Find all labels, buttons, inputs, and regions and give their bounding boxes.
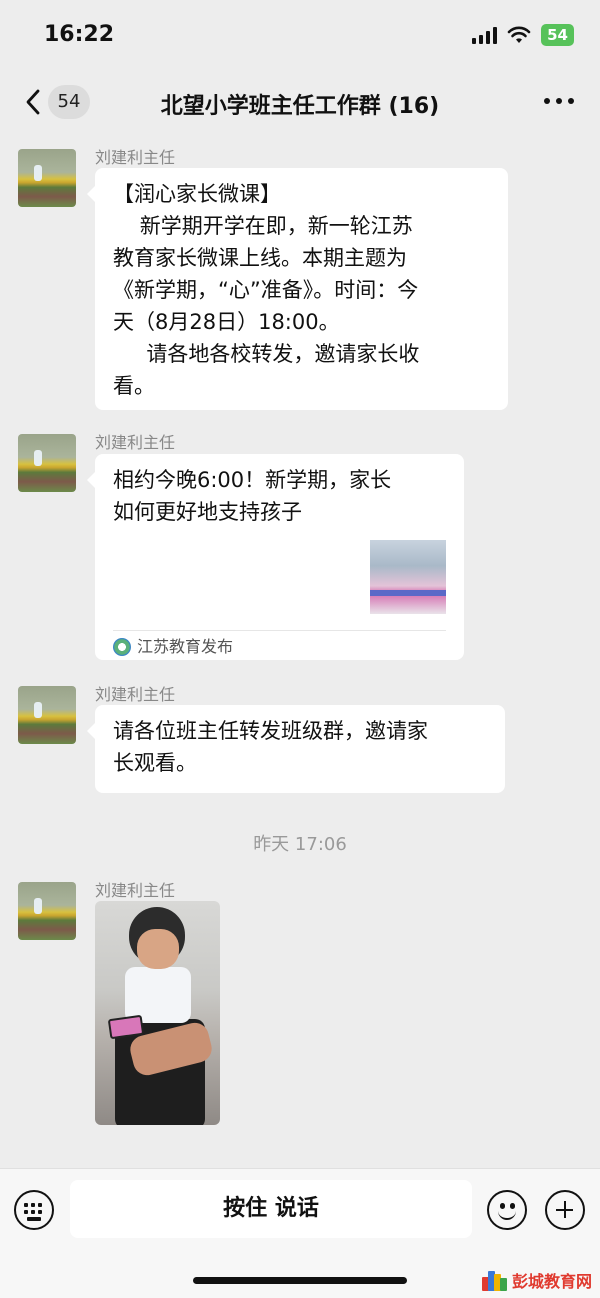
message-line: 长观看。: [113, 751, 197, 775]
message-line: 看。: [113, 374, 155, 398]
more-options-icon[interactable]: [544, 98, 574, 104]
plus-icon[interactable]: [545, 1190, 585, 1230]
chat-title: 北望小学班主任工作群 (16): [160, 94, 440, 119]
home-indicator[interactable]: [193, 1277, 407, 1284]
book-logo-icon: [482, 1269, 508, 1291]
link-card-message[interactable]: 相约今晚6:00！新学期，家长 如何更好地支持孩子 江苏教育发布: [87, 454, 464, 660]
status-time: 16:22: [44, 22, 115, 47]
message-line: 【润心家长微课】: [113, 182, 281, 206]
message-line: 《新学期，“心”准备》。时间：今: [113, 278, 419, 302]
card-divider: [113, 630, 446, 631]
battery-indicator: 54: [541, 24, 574, 46]
sender-avatar[interactable]: [18, 882, 76, 940]
sender-name: 刘建利主任: [95, 148, 176, 167]
card-thumbnail: [370, 540, 446, 614]
hold-to-talk-button[interactable]: 按住 说话: [70, 1180, 472, 1238]
chat-header: 54 北望小学班主任工作群 (16): [0, 70, 600, 134]
status-bar: 16:22 54: [0, 0, 600, 70]
watermark: 彭城教育网: [482, 1268, 592, 1292]
card-title-line: 如何更好地支持孩子: [113, 500, 302, 524]
chat-timestamp: 昨天 17:06: [253, 834, 347, 855]
text-message-bubble[interactable]: 请各位班主任转发班级群，邀请家 长观看。: [87, 705, 505, 793]
keyboard-icon[interactable]: [14, 1190, 54, 1230]
message-line: 新学期开学在即，新一轮江苏: [113, 214, 413, 238]
image-message[interactable]: [95, 901, 220, 1125]
sender-name: 刘建利主任: [95, 685, 176, 704]
watermark-text: 彭城教育网: [512, 1272, 593, 1291]
sender-name: 刘建利主任: [95, 881, 176, 900]
message-line: 教育家长微课上线。本期主题为: [113, 246, 407, 270]
status-icons: 54: [472, 24, 574, 46]
cellular-signal-icon: [472, 26, 498, 44]
sender-avatar[interactable]: [18, 149, 76, 207]
emoji-icon[interactable]: [487, 1190, 527, 1230]
sender-name: 刘建利主任: [95, 433, 176, 452]
message-line: 请各地各校转发，邀请家长收: [113, 342, 420, 366]
sender-avatar[interactable]: [18, 434, 76, 492]
wifi-icon: [507, 26, 531, 43]
message-line: 天（8月28日）18:00。: [113, 310, 340, 334]
card-source: 江苏教育发布: [113, 636, 233, 658]
card-source-name: 江苏教育发布: [137, 637, 234, 656]
message-line: 请各位班主任转发班级群，邀请家: [113, 719, 428, 743]
official-account-icon: [113, 638, 131, 656]
card-title-line: 相约今晚6:00！新学期，家长: [113, 468, 392, 492]
sender-avatar[interactable]: [18, 686, 76, 744]
text-message-bubble[interactable]: 【润心家长微课】 新学期开学在即，新一轮江苏 教育家长微课上线。本期主题为 《新…: [87, 168, 508, 410]
